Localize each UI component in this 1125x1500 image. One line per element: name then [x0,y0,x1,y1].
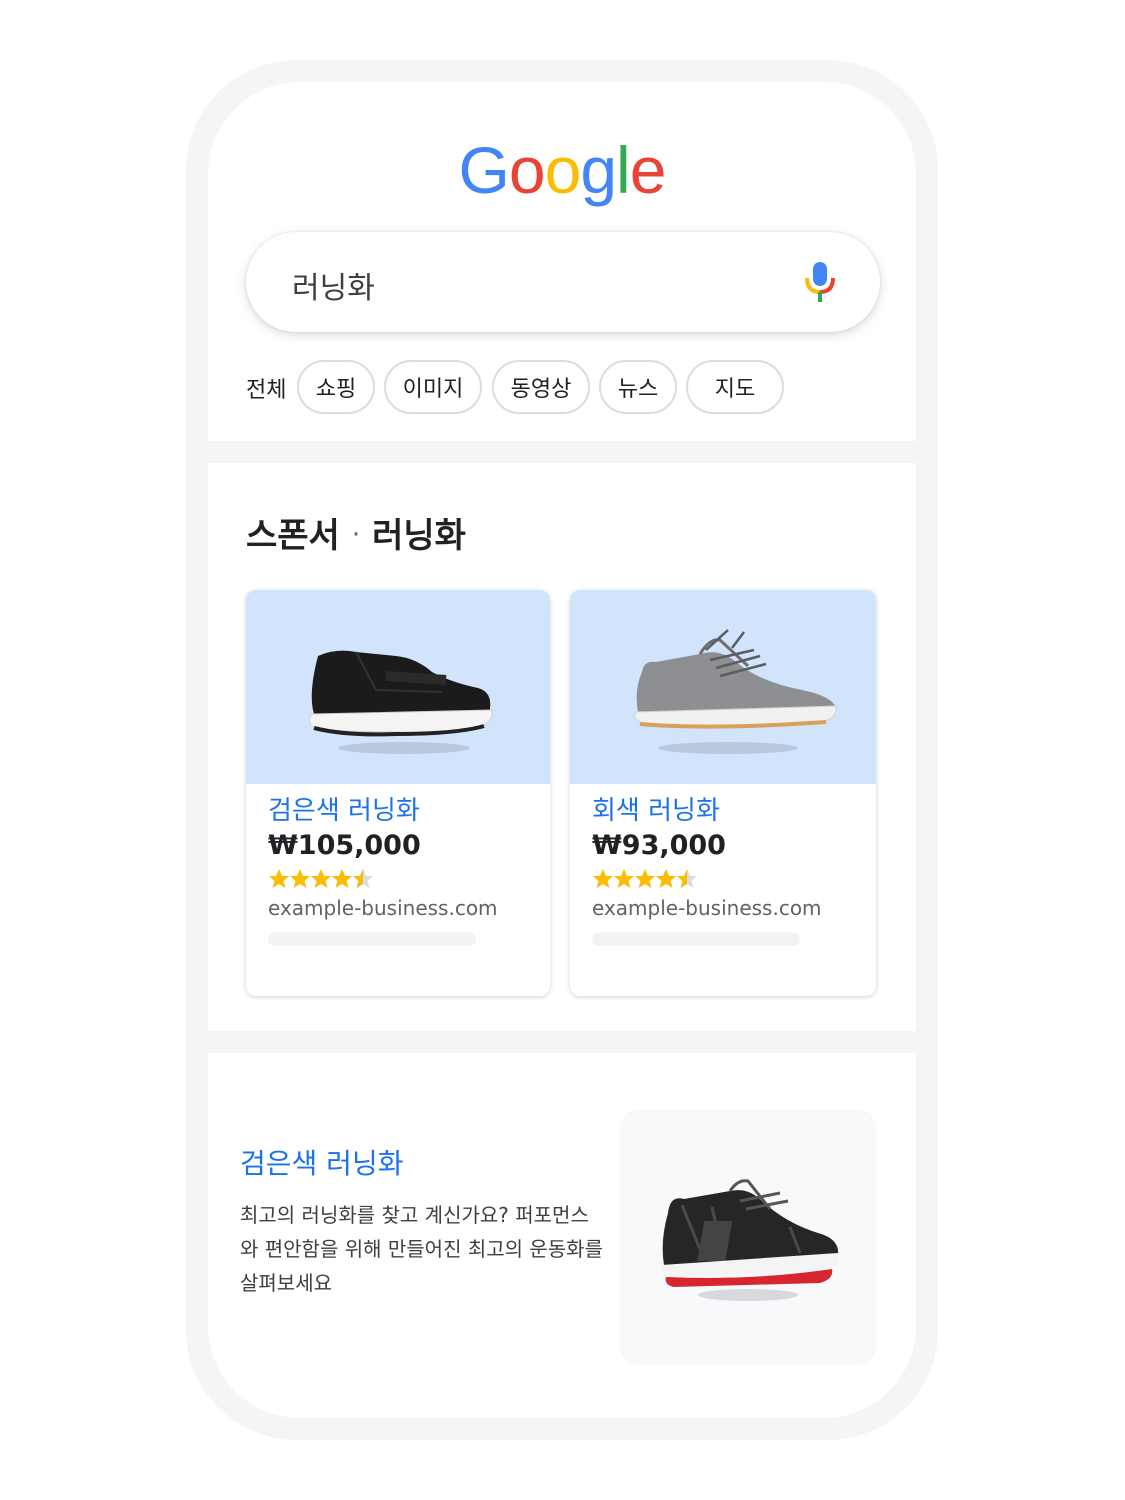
product-card[interactable]: 회색 러닝화 ₩93,000 example-business.com [570,590,876,996]
rating-stars-icon [269,869,373,888]
logo-letter-o2: o [544,133,582,207]
black-red-running-shoe-image [661,1179,839,1301]
product-price: ₩105,000 [268,830,421,861]
product-domain: example-business.com [592,896,822,920]
organic-result-image[interactable] [620,1109,876,1365]
placeholder-line [268,932,476,946]
product-image[interactable] [246,590,550,784]
gray-lace-up-sneaker-image [634,629,837,754]
logo-letter-g1: G [458,133,510,207]
product-card[interactable]: 검은색 러닝화 ₩105,000 example-business.com [246,590,550,996]
placeholder-line [592,932,800,946]
logo-letter-e: e [629,133,667,207]
sponsored-label: 스폰서 [246,516,340,556]
logo-letter-o1: o [508,133,546,207]
product-image[interactable] [570,590,876,784]
tab-images[interactable]: 이미지 [384,360,482,414]
tab-videos[interactable]: 동영상 [492,360,590,414]
tab-shopping[interactable]: 쇼핑 [297,360,375,414]
rating-stars-icon [593,869,697,888]
organic-result-title[interactable]: 검은색 러닝화 [240,1142,403,1182]
product-name[interactable]: 회색 러닝화 [592,790,720,827]
google-logo: Google [208,132,916,208]
logo-letter-g2: g [580,133,617,207]
section-divider [208,1031,916,1053]
sponsored-query: 러닝화 [372,516,466,556]
search-bar[interactable]: 러닝화 [246,232,880,332]
tab-news[interactable]: 뉴스 [599,360,677,414]
phone-screen: Google 러닝화 전체 쇼핑 이미지 동영상 뉴스 지도 스폰서 · 러닝화 [208,82,916,1418]
search-input[interactable]: 러닝화 [292,263,375,307]
product-domain: example-business.com [268,896,498,920]
sponsored-separator: · [351,520,361,550]
section-divider [208,441,916,463]
sponsored-heading: 스폰서 · 러닝화 [246,508,466,557]
black-slip-on-sneaker-image [308,650,493,754]
product-price: ₩93,000 [592,830,726,861]
product-name[interactable]: 검은색 러닝화 [268,790,420,827]
microphone-icon[interactable] [804,260,836,304]
organic-result-description: 최고의 러닝화를 찾고 계신가요? 퍼포먼스와 편안함을 위해 만들어진 최고의… [240,1203,603,1295]
tab-all[interactable]: 전체 [246,372,286,404]
logo-letter-l: l [616,133,631,207]
tab-maps[interactable]: 지도 [686,360,784,414]
